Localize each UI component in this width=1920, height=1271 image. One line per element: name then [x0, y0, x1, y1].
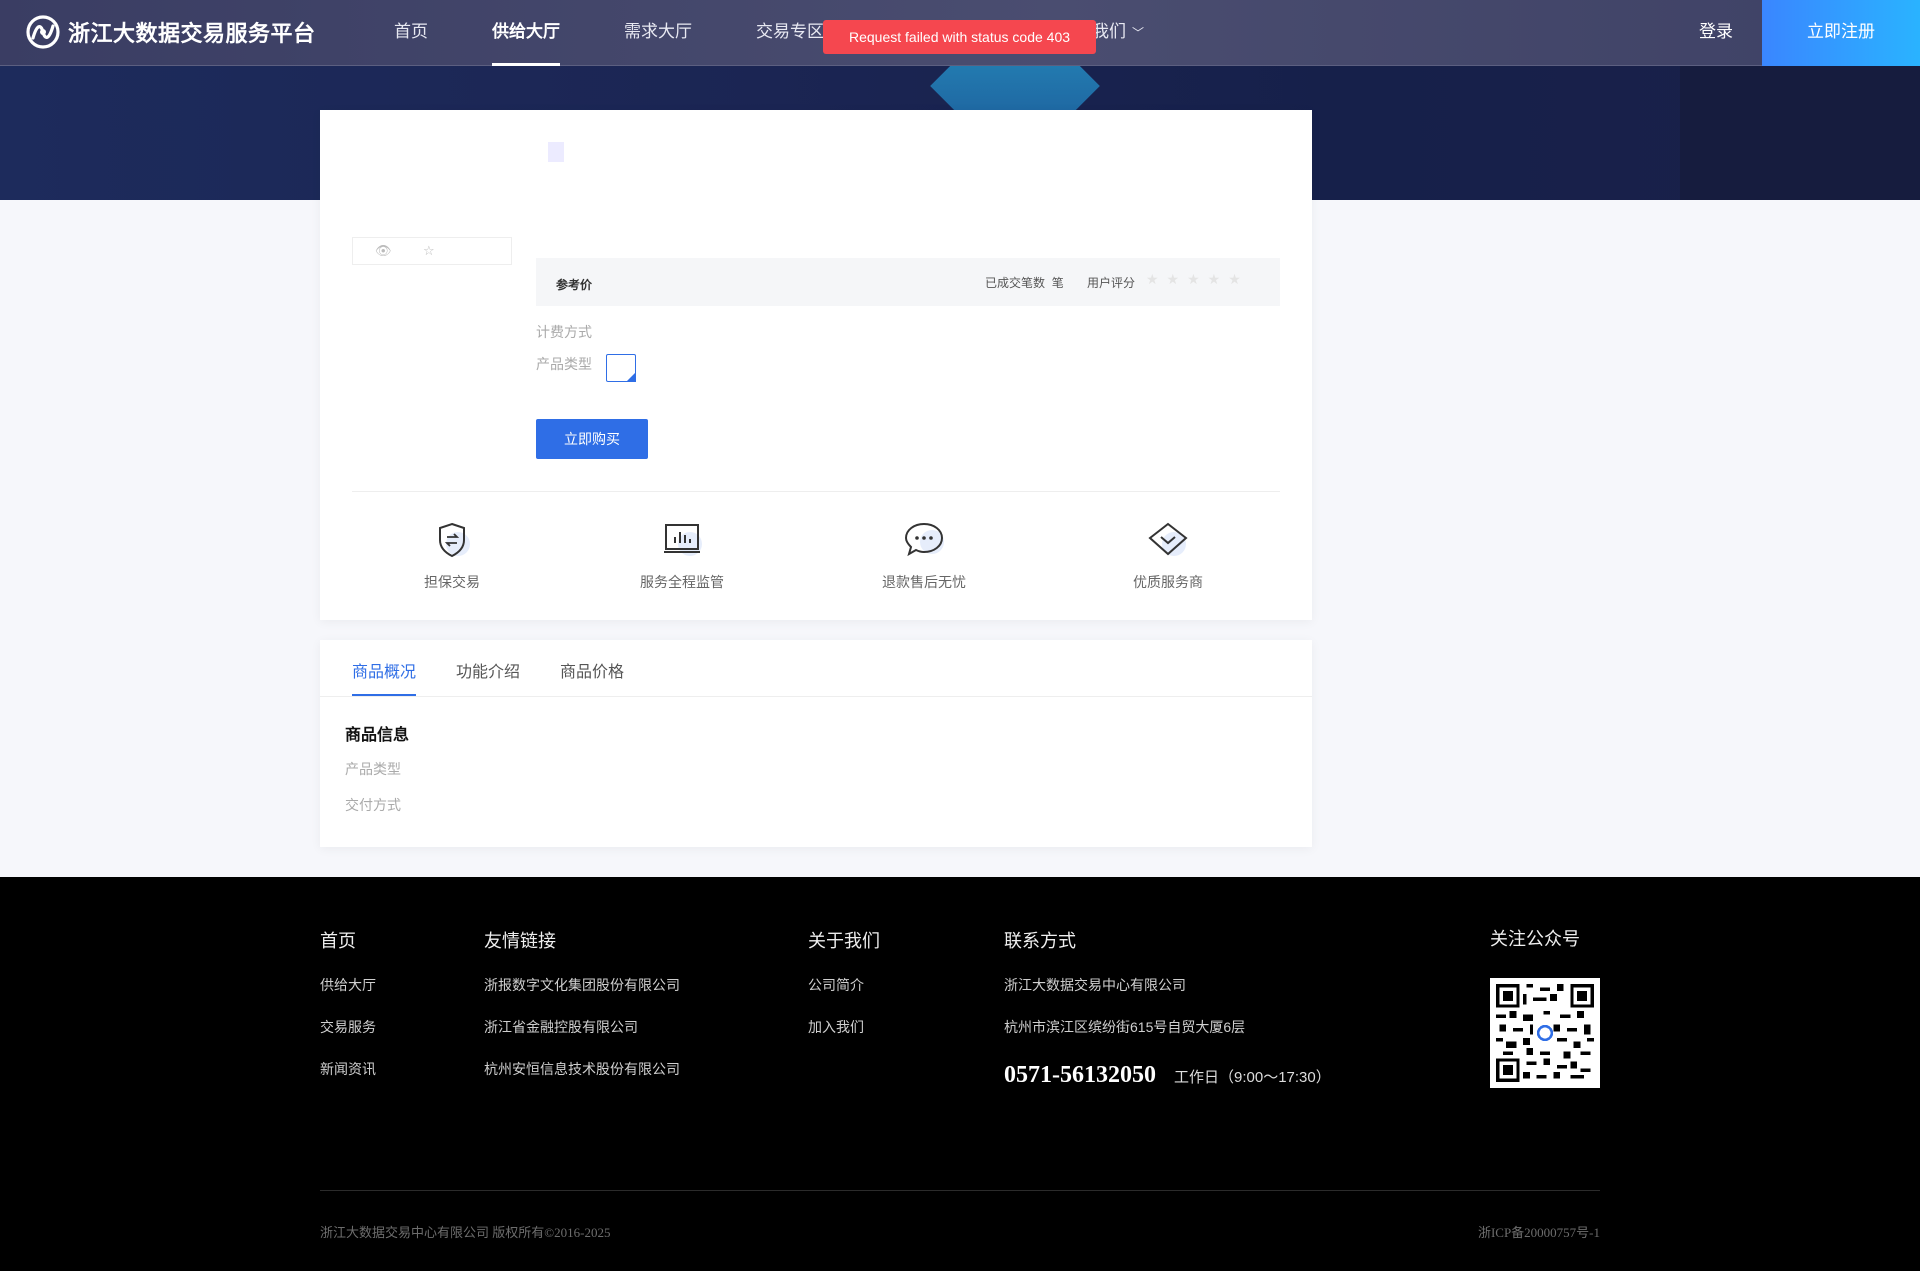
feature-refund-worry-free: 退款售后无忧	[844, 518, 1004, 592]
footer-col-about: 关于我们 公司简介 加入我们	[808, 927, 880, 1059]
footer-col-contact: 联系方式 浙江大数据交易中心有限公司 杭州市滨江区缤纷街615号自贸大厦6层	[1004, 927, 1245, 1059]
diamond-icon	[1148, 522, 1188, 556]
info-row-product-type: 产品类型	[345, 761, 401, 777]
star-outline-icon[interactable]: ☆	[423, 243, 435, 259]
product-detail-card: 商品概况 功能介绍 商品价格 商品信息 产品类型 交付方式	[320, 640, 1312, 847]
qr-code-icon	[1496, 984, 1594, 1082]
price-label: 参考价	[556, 278, 593, 292]
chevron-down-icon: ﹀	[1132, 26, 1145, 40]
footer-col-friend-links: 友情链接 浙报数字文化集团股份有限公司 浙江省金融控股有限公司 杭州安恒信息技术…	[484, 927, 680, 1101]
footer-divider	[320, 1190, 1600, 1191]
deals-count: 已成交笔数 笔	[985, 274, 1064, 291]
product-info-title: 商品信息	[345, 727, 410, 744]
nav-item-demand-hall[interactable]: 需求大厅	[604, 0, 712, 66]
wechat-qr-code	[1490, 978, 1600, 1088]
footer-heading: 友情链接	[484, 931, 556, 951]
feature-quality-provider: 优质服务商	[1088, 518, 1248, 592]
footer-link-friend[interactable]: 浙报数字文化集团股份有限公司	[484, 975, 680, 1017]
monitor-chart-icon	[664, 524, 702, 556]
footer-heading: 联系方式	[1004, 931, 1076, 951]
contact-phone: 0571-56132050	[1004, 1062, 1156, 1088]
nav-item-supply-hall[interactable]: 供给大厅	[472, 0, 580, 66]
banner-side-band	[1680, 66, 1920, 200]
copyright-text: 浙江大数据交易中心有限公司 版权所有©2016-2025	[320, 1225, 611, 1240]
footer-link-join-us[interactable]: 加入我们	[808, 1017, 880, 1059]
rating-stars: ★★★★★	[1146, 271, 1249, 287]
feature-guaranteed-trade: 担保交易	[372, 518, 532, 592]
register-button[interactable]: 立即注册	[1762, 0, 1920, 66]
footer-heading: 首页	[320, 931, 356, 951]
feature-label: 退款售后无忧	[882, 574, 966, 590]
product-actions-bar: 👁 ☆	[352, 237, 512, 265]
deals-unit: 笔	[1051, 276, 1064, 290]
contact-company: 浙江大数据交易中心有限公司	[1004, 977, 1186, 993]
info-row-delivery-method: 交付方式	[345, 797, 401, 813]
logo-text: 浙江大数据交易服务平台	[68, 21, 316, 46]
feature-label: 服务全程监管	[640, 574, 724, 590]
buy-now-button[interactable]: 立即购买	[536, 419, 648, 459]
product-title-placeholder	[548, 142, 564, 162]
nav-item-about-us-label: 我们	[1092, 22, 1126, 41]
contact-address: 杭州市滨江区缤纷街615号自贸大厦6层	[1004, 1019, 1246, 1035]
feature-label: 优质服务商	[1133, 574, 1203, 590]
footer-link-trade-service[interactable]: 交易服务	[320, 1017, 376, 1059]
eye-icon[interactable]: 👁	[375, 243, 392, 259]
price-panel: 参考价 已成交笔数 笔 用户评分 ★★★★★	[536, 258, 1280, 306]
chat-bubble-icon	[904, 522, 944, 557]
footer-link-supply-hall[interactable]: 供给大厅	[320, 975, 376, 1017]
footer-link-news[interactable]: 新闻资讯	[320, 1059, 376, 1101]
card-divider	[352, 491, 1280, 492]
icp-license-link[interactable]: 浙ICP备20000757号-1	[1478, 1222, 1600, 1241]
nav-item-about-us[interactable]: 我们 ﹀	[1092, 0, 1144, 66]
contact-phone-row: 0571-56132050 工作日（9:00～17:30）	[1004, 1062, 1331, 1089]
site-footer: 首页 供给大厅 交易服务 新闻资讯 友情链接 浙报数字文化集团股份有限公司 浙江…	[0, 877, 1920, 1271]
footer-heading: 关于我们	[808, 931, 880, 951]
qr-heading: 关注公众号	[1490, 929, 1580, 949]
rating-label: 用户评分	[1087, 276, 1136, 290]
detail-tabs: 商品概况 功能介绍 商品价格	[320, 640, 1312, 697]
billing-method-label: 计费方式	[536, 324, 592, 340]
footer-link-company-intro[interactable]: 公司简介	[808, 975, 880, 1017]
product-card: 👁 ☆ 参考价 已成交笔数 笔 用户评分 ★★★★★ 计费方式 产品类型 立即购…	[320, 110, 1312, 620]
product-type-label: 产品类型	[536, 356, 592, 372]
footer-col-home: 首页 供给大厅 交易服务 新闻资讯	[320, 927, 376, 1101]
product-type-icon[interactable]	[606, 354, 636, 382]
feature-full-supervision: 服务全程监管	[602, 518, 762, 592]
error-toast: Request failed with status code 403	[823, 20, 1096, 54]
footer-link-friend[interactable]: 杭州安恒信息技术股份有限公司	[484, 1059, 680, 1101]
feature-label: 担保交易	[424, 574, 480, 590]
main-nav: 首页 供给大厅 需求大厅 交易专区	[374, 0, 868, 66]
contact-hours: 工作日（9:00～17:30）	[1174, 1069, 1331, 1086]
deals-label: 已成交笔数	[985, 276, 1046, 290]
tab-pricing[interactable]: 商品价格	[560, 658, 624, 682]
logo-icon	[26, 15, 60, 49]
footer-link-friend[interactable]: 浙江省金融控股有限公司	[484, 1017, 680, 1059]
tab-overview[interactable]: 商品概况	[352, 658, 417, 696]
shield-exchange-icon	[439, 522, 470, 558]
tab-features[interactable]: 功能介绍	[456, 658, 520, 682]
nav-item-home[interactable]: 首页	[374, 0, 448, 66]
login-link[interactable]: 登录	[1699, 0, 1733, 66]
site-logo[interactable]: 浙江大数据交易服务平台	[25, 14, 316, 50]
